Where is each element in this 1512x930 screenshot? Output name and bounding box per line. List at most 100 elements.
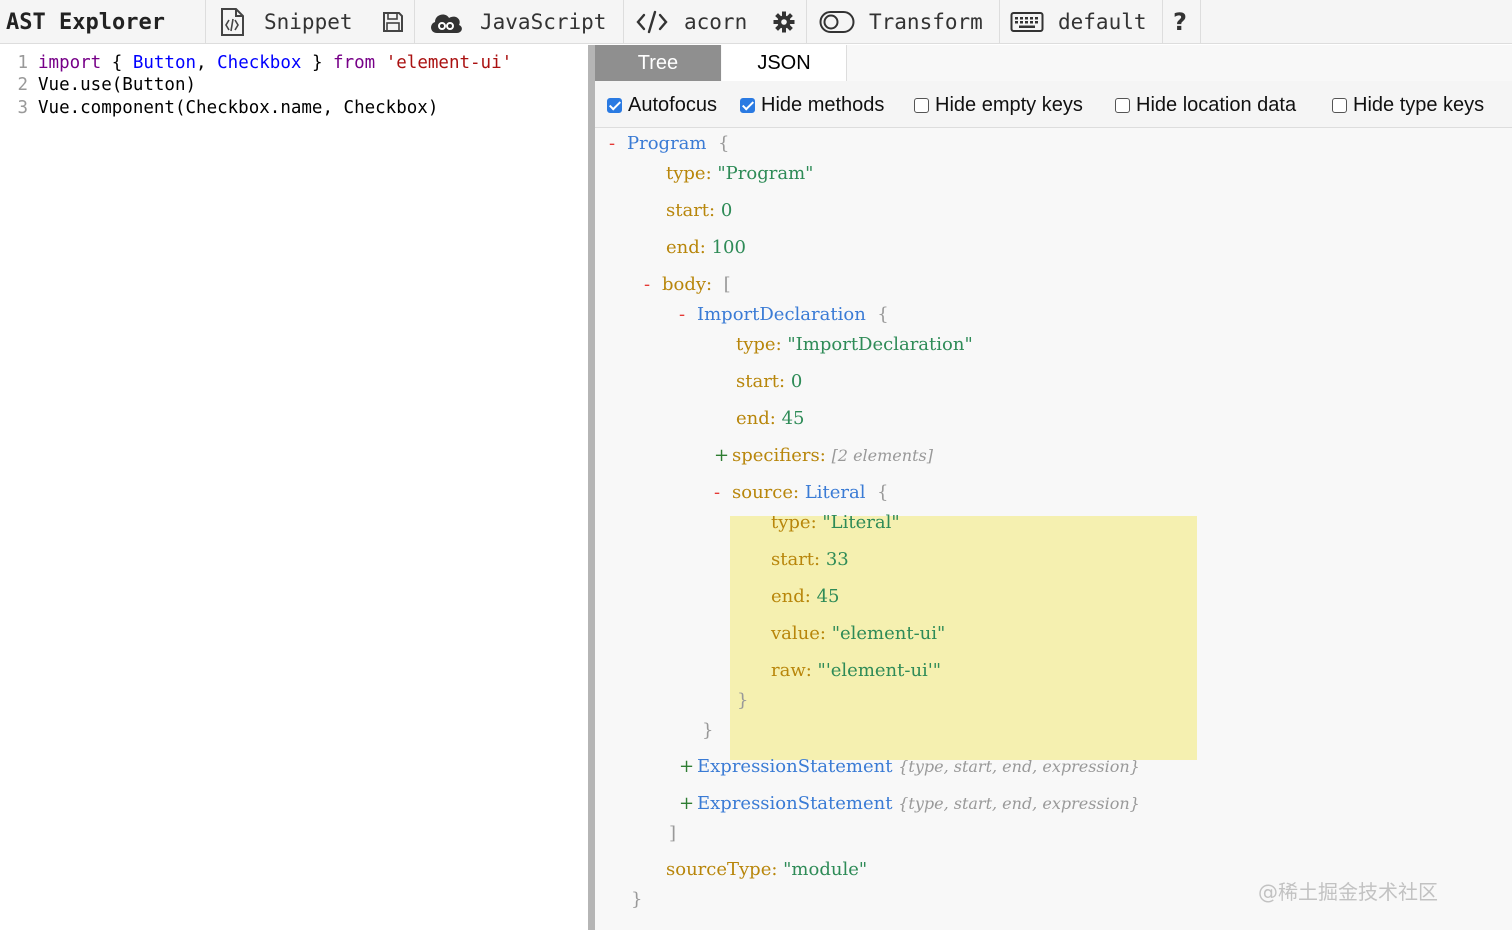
parser-settings-button[interactable]: [773, 0, 795, 44]
code-text: Vue.use(Button): [38, 74, 196, 96]
option-label: Hide methods: [761, 93, 885, 116]
code-token: Vue.component(Checkbox.name, Checkbox): [38, 98, 439, 118]
option-autofocus[interactable]: Autofocus: [607, 91, 717, 119]
code-token: {: [101, 53, 133, 73]
checkbox[interactable]: [914, 97, 929, 113]
help-button[interactable]: ?: [1173, 0, 1187, 44]
file-code-icon: [218, 7, 246, 37]
checkbox[interactable]: [1115, 97, 1130, 113]
close-brace: }: [702, 720, 714, 741]
tree-node-program[interactable]: - Program {: [609, 132, 729, 156]
tree-prop: end: 45: [736, 408, 805, 429]
tree-prop: end: 45: [771, 586, 840, 607]
code-token: ,: [196, 53, 218, 73]
collapse-toggle[interactable]: -: [714, 481, 732, 505]
line-number: 1: [17, 53, 28, 73]
code-editor[interactable]: 1 import { Button, Checkbox } from 'eleme…: [0, 45, 588, 930]
collapse-toggle[interactable]: -: [679, 303, 697, 327]
tree-node-import-declaration[interactable]: - ImportDeclaration {: [679, 303, 889, 327]
snippet-label: Snippet: [264, 10, 353, 34]
toolbar-divider: [1200, 0, 1201, 44]
watermark: @稀土掘金技术社区: [1258, 880, 1438, 904]
floppy-disk-icon: [382, 11, 404, 33]
option-hide-empty-keys[interactable]: Hide empty keys: [914, 91, 1083, 119]
tree-node-expression-statement[interactable]: + ExpressionStatement {type, start, end, …: [679, 792, 1140, 816]
app-title: AST Explorer: [6, 9, 165, 35]
toolbar-divider: [205, 0, 206, 44]
code-token: Checkbox: [217, 53, 302, 73]
output-tabs: Tree JSON: [595, 45, 1512, 81]
toolbar-divider: [806, 0, 807, 44]
parser-label: acorn: [684, 10, 748, 34]
code-token: }: [301, 53, 334, 73]
tab-tree[interactable]: Tree: [595, 45, 721, 81]
close-brace: }: [737, 690, 749, 711]
pane-divider[interactable]: [588, 45, 595, 930]
toolbar-divider: [1162, 0, 1163, 44]
code-line[interactable]: 2 Vue.use(Button): [0, 74, 588, 96]
tree-node-expression-statement[interactable]: + ExpressionStatement {type, start, end, …: [679, 755, 1140, 779]
checkbox[interactable]: [1332, 97, 1347, 113]
checkbox[interactable]: [740, 97, 755, 113]
tree-prop: end: 100: [666, 237, 746, 258]
line-number: 3: [17, 98, 28, 118]
language-label: JavaScript: [480, 10, 607, 34]
tab-json[interactable]: JSON: [722, 45, 847, 81]
tree-prop: start: 33: [771, 549, 849, 570]
option-label: Hide location data: [1136, 93, 1297, 116]
transform-label: Transform: [869, 10, 983, 34]
code-token: from: [333, 53, 376, 73]
toolbar-divider: [414, 0, 415, 44]
tree-prop-specifiers[interactable]: + specifiers: [2 elements]: [714, 444, 933, 468]
tree-prop-body[interactable]: - body: [: [644, 273, 731, 297]
checkbox[interactable]: [607, 97, 622, 113]
tree-options: Autofocus Hide methods Hide empty keys Hide…: [595, 81, 1512, 128]
tree-prop: type: "Program": [666, 163, 814, 184]
tree-prop: type: "Literal": [771, 512, 900, 533]
line-number: 2: [17, 75, 28, 95]
parser-selector[interactable]: acorn: [636, 0, 747, 44]
snippet-button[interactable]: Snippet: [218, 0, 353, 44]
code-line[interactable]: 3 Vue.component(Checkbox.name, Checkbox): [0, 97, 588, 119]
toolbar-divider: [623, 0, 624, 44]
expand-toggle[interactable]: +: [679, 755, 697, 779]
collapse-toggle[interactable]: -: [609, 132, 627, 156]
keyboard-icon: [1010, 11, 1044, 33]
save-button[interactable]: [382, 0, 404, 44]
expand-toggle[interactable]: +: [679, 792, 697, 816]
code-line[interactable]: 1 import { Button, Checkbox } from 'eleme…: [0, 52, 588, 74]
transform-toggle[interactable]: Transform: [819, 0, 983, 44]
ast-tree: - Program { type: "Program" start: 0 end:…: [595, 128, 1512, 930]
tree-prop: start: 0: [736, 371, 803, 392]
code-token: import: [38, 53, 102, 73]
language-selector[interactable]: JavaScript: [428, 0, 606, 44]
toolbar-divider: [999, 0, 1000, 44]
option-label: Hide empty keys: [935, 93, 1083, 116]
tree-prop: start: 0: [666, 200, 733, 221]
collapse-toggle[interactable]: -: [644, 273, 662, 297]
output-panel: Tree JSON Autofocus Hide methods Hide empt…: [595, 45, 1512, 930]
keymap-selector[interactable]: default: [1010, 0, 1147, 44]
code-token: Vue.use(Button): [38, 75, 197, 95]
option-label: Autofocus: [628, 93, 717, 116]
tree-node-source-literal[interactable]: - source: Literal {: [714, 481, 888, 505]
tree-prop: sourceType: "module": [666, 859, 868, 880]
keymap-label: default: [1058, 10, 1147, 34]
cloud-icon: [428, 9, 464, 35]
tree-prop: value: "element-ui": [771, 623, 946, 644]
close-bracket: ]: [669, 823, 677, 844]
tree-prop: type: "ImportDeclaration": [736, 334, 973, 355]
option-hide-methods[interactable]: Hide methods: [740, 91, 884, 119]
toolbar: AST Explorer Snippet JavaScript acorn Tr…: [0, 0, 1512, 44]
code-text: import { Button, Checkbox } from 'elemen…: [38, 52, 512, 74]
option-hide-type-keys[interactable]: Hide type keys: [1332, 91, 1484, 119]
toggle-off-icon: [819, 10, 855, 34]
code-token: Button: [132, 53, 197, 73]
option-hide-location-data[interactable]: Hide location data: [1115, 91, 1296, 119]
gear-icon: [773, 11, 795, 33]
expand-toggle[interactable]: +: [714, 444, 732, 468]
option-label: Hide type keys: [1353, 93, 1485, 116]
code-text: Vue.component(Checkbox.name, Checkbox): [38, 97, 438, 119]
code-token: 'element-ui': [385, 53, 513, 73]
